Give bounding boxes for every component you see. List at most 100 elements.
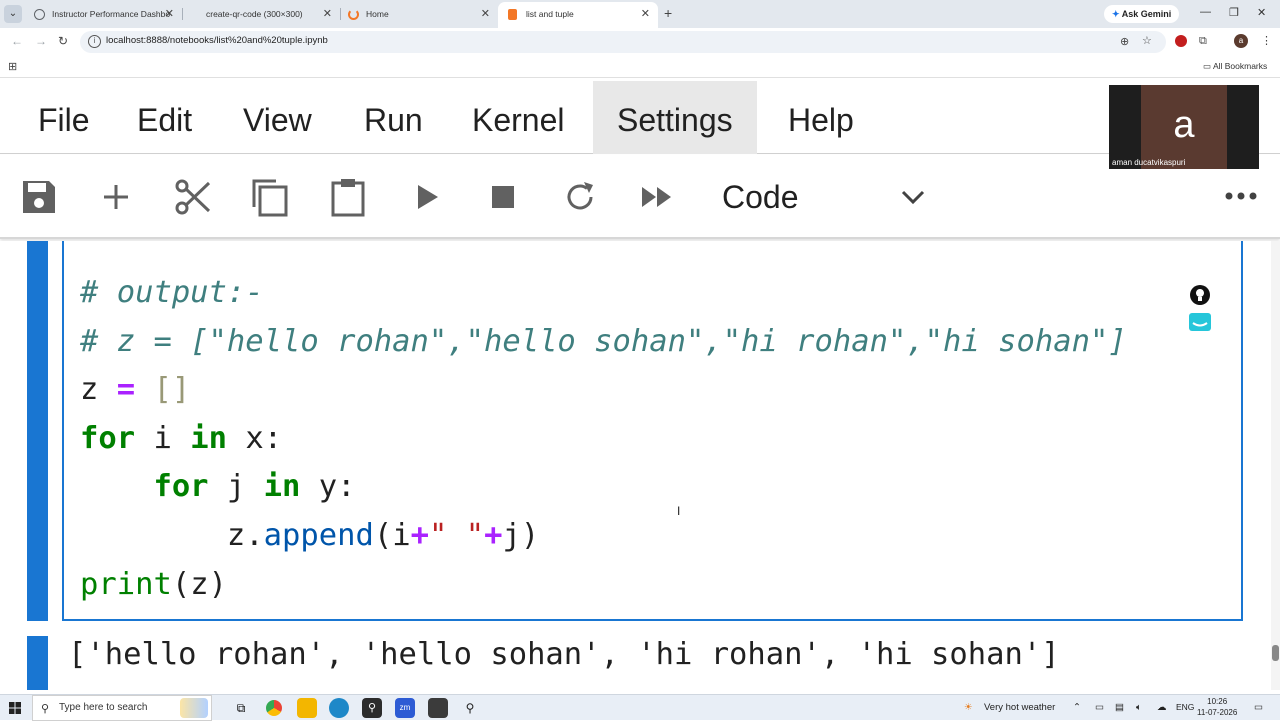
cloud-icon[interactable]: ☁: [1157, 702, 1167, 713]
back-icon[interactable]: ←: [11, 34, 23, 48]
tray-app-icon[interactable]: ▭: [1095, 702, 1104, 713]
cell-output: ['hello rohan', 'hello sohan', 'hi rohan…: [68, 637, 1060, 672]
weather-text[interactable]: Very hot weather: [984, 702, 1055, 713]
scrollbar-thumb[interactable]: [1272, 645, 1279, 661]
tab-search-icon[interactable]: ⌄: [4, 5, 22, 23]
url-text: localhost:8888/notebooks/list%20and%20tu…: [106, 35, 328, 46]
menu-settings[interactable]: Settings: [593, 81, 757, 154]
extension-icon[interactable]: [1175, 35, 1187, 47]
clock-date: 11-07-2026: [1197, 708, 1238, 717]
weather-icon: ☀: [964, 702, 973, 713]
tab-home[interactable]: Home ✕: [338, 2, 498, 28]
add-cell-icon[interactable]: [96, 177, 136, 217]
close-icon[interactable]: ✕: [165, 2, 174, 26]
volume-icon[interactable]: 🔈︎: [1136, 702, 1142, 713]
scrollbar[interactable]: [1271, 241, 1280, 690]
edge-icon[interactable]: [329, 698, 349, 718]
output-collapser[interactable]: [27, 636, 48, 690]
ask-gemini-button[interactable]: ✦ Ask Gemini: [1104, 5, 1180, 23]
app-icon[interactable]: [428, 698, 448, 718]
close-icon[interactable]: ✕: [323, 2, 332, 26]
code-editor[interactable]: # output:- # z = ["hello rohan","hello so…: [80, 269, 1127, 609]
menu-kernel[interactable]: Kernel: [448, 81, 589, 154]
menu-run[interactable]: Run: [340, 81, 447, 154]
code-line-2: # z = ["hello rohan","hello sohan","hi r…: [80, 323, 1127, 359]
close-icon[interactable]: ✕: [641, 2, 650, 26]
code-line: for i in x:: [80, 415, 1127, 464]
chrome-icon[interactable]: [264, 698, 284, 718]
cut-icon[interactable]: [173, 177, 213, 217]
fast-forward-icon[interactable]: [638, 177, 678, 217]
tab-qr-code[interactable]: create-qr-code (300×300) ✕: [180, 2, 340, 28]
all-bookmarks[interactable]: ▭ All Bookmarks: [1203, 61, 1267, 72]
forward-icon[interactable]: →: [35, 34, 47, 48]
code-token: .: [245, 517, 264, 553]
code-token: for: [153, 469, 209, 505]
new-tab-icon[interactable]: +: [664, 5, 672, 21]
menu-edit[interactable]: Edit: [113, 81, 216, 154]
restore-icon[interactable]: ❐: [1229, 6, 1239, 19]
cell-side-toolbar: [1189, 285, 1211, 331]
code-line: # z = ["hello rohan","hello sohan","hi r…: [80, 318, 1127, 367]
network-icon[interactable]: ▤: [1115, 702, 1124, 713]
code-token: ): [208, 566, 227, 602]
reload-icon[interactable]: ↻: [58, 34, 68, 48]
bookmark-star-icon[interactable]: ☆: [1142, 34, 1152, 47]
profile-avatar[interactable]: a: [1234, 34, 1248, 48]
all-bookmarks-label: All Bookmarks: [1212, 61, 1268, 71]
restart-icon[interactable]: [560, 177, 600, 217]
windows-start-icon[interactable]: [9, 702, 21, 714]
save-icon[interactable]: [19, 177, 59, 217]
run-icon[interactable]: [406, 177, 446, 217]
code-token: (: [373, 517, 393, 553]
code-token: (: [171, 566, 191, 602]
address-bar[interactable]: i localhost:8888/notebooks/list%20and%20…: [80, 31, 1166, 53]
chevron-down-icon[interactable]: [900, 189, 926, 205]
cell-collapser[interactable]: [27, 241, 48, 621]
apps-grid-icon[interactable]: ⊞: [8, 60, 17, 73]
paste-icon[interactable]: [328, 177, 368, 217]
chat-assistant-icon: [1189, 313, 1211, 331]
code-token: +: [410, 517, 429, 553]
maps-pin-icon[interactable]: ⚲: [362, 698, 382, 718]
close-icon[interactable]: ✕: [481, 2, 490, 26]
code-token: z: [226, 517, 246, 553]
stop-icon[interactable]: [483, 177, 523, 217]
menu-view[interactable]: View: [219, 81, 336, 154]
more-icon[interactable]: [1224, 191, 1258, 201]
extensions-puzzle-icon[interactable]: ⧉: [1199, 35, 1207, 48]
system-clock[interactable]: 10:26 11-07-2026: [1197, 696, 1237, 718]
menu-file[interactable]: File: [14, 81, 114, 154]
notification-icon[interactable]: ▭: [1254, 702, 1263, 713]
jupyter-menubar: File Edit View Run Kernel Settings Help: [0, 81, 1280, 154]
video-call-tile: a aman ducatvikaspuri: [1109, 85, 1259, 169]
location-pin-icon[interactable]: ⚲: [460, 698, 480, 718]
zoom-icon[interactable]: ⊕: [1120, 35, 1129, 48]
menu-help[interactable]: Help: [764, 81, 878, 154]
window-close-icon[interactable]: ✕: [1257, 6, 1266, 19]
site-info-icon[interactable]: i: [88, 35, 101, 48]
windows-taskbar: ⚲ Type here to search ⧉ ⚲ zm ⚲ ☀ Very ho…: [0, 694, 1280, 721]
participant-avatar: a: [1141, 85, 1227, 169]
tab-instructor-dashboard[interactable]: Instructor Performance Dashbo ✕: [24, 2, 182, 28]
zoom-app-icon[interactable]: zm: [395, 698, 415, 718]
file-explorer-icon[interactable]: [297, 698, 317, 718]
minimize-icon[interactable]: —: [1200, 6, 1211, 18]
tray-chevron-icon[interactable]: ⌃: [1073, 702, 1081, 713]
tab-list-and-tuple[interactable]: list and tuple ✕: [498, 2, 658, 28]
code-token: append: [263, 517, 374, 553]
copy-icon[interactable]: [250, 177, 290, 217]
chrome-menu-icon[interactable]: ⋮: [1261, 34, 1272, 47]
code-token: in: [263, 469, 301, 505]
code-token: i: [392, 517, 411, 553]
language-indicator[interactable]: ENG: [1176, 702, 1194, 712]
task-view-icon[interactable]: ⧉: [231, 698, 251, 718]
folder-icon: ▭: [1203, 61, 1212, 71]
cell-type-select[interactable]: Code: [722, 179, 799, 216]
